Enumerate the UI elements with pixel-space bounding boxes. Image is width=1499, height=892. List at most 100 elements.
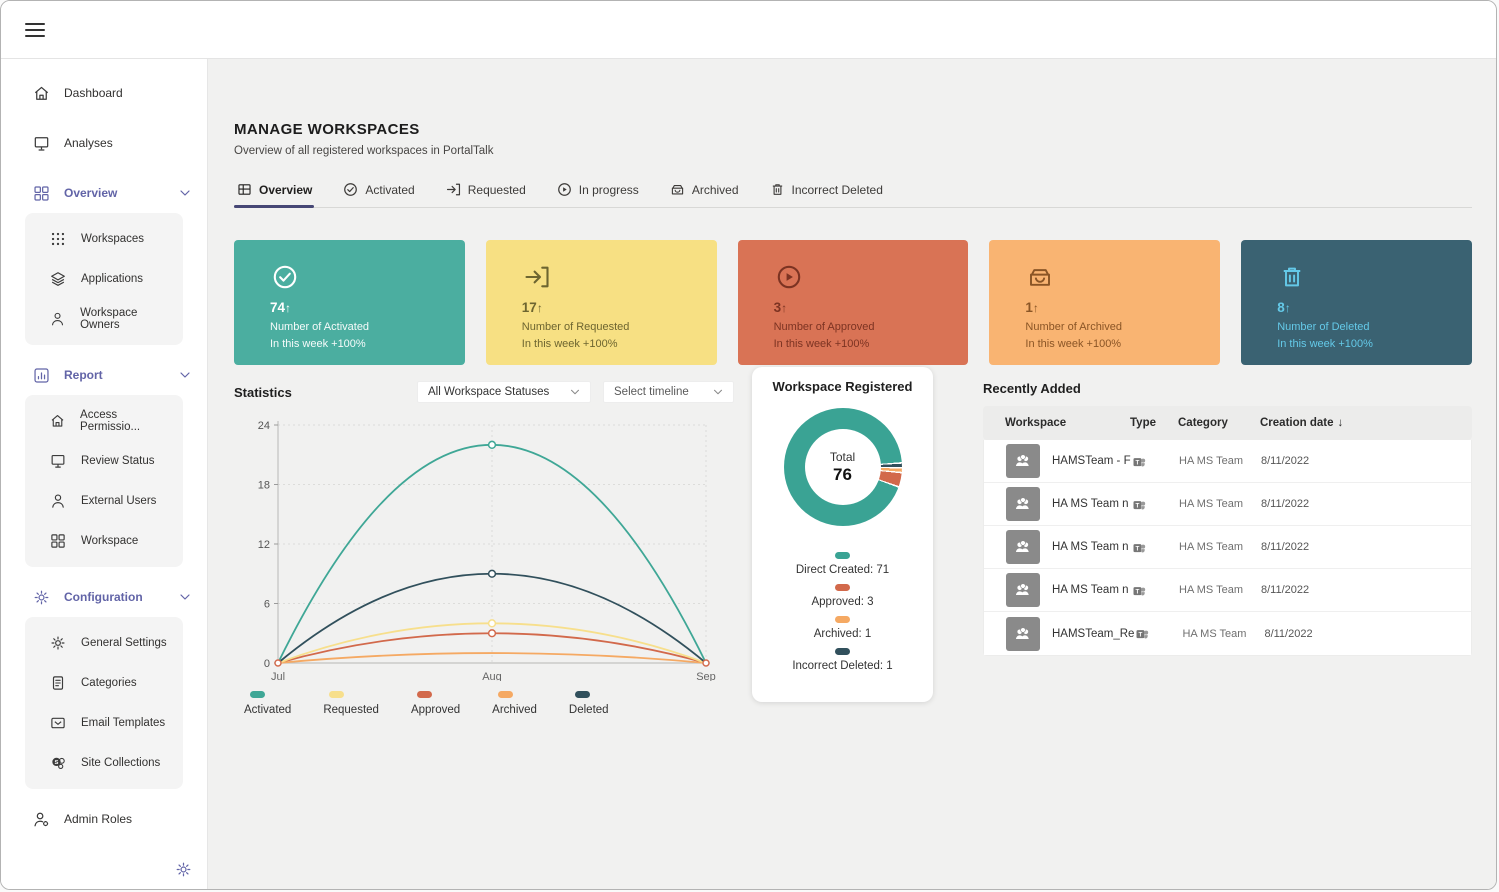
table-row[interactable]: HA MS Team n HA MS Team 8/11/2022	[984, 569, 1471, 612]
col-category[interactable]: Category	[1178, 417, 1228, 429]
stat-card-archived[interactable]: 1↑ Number of Archived In this week +100%	[989, 240, 1220, 365]
sidebar-item-dashboard[interactable]: Dashboard	[1, 79, 207, 107]
teams-icon	[1131, 583, 1146, 598]
stat-card-activated[interactable]: 74↑ Number of Activated In this week +10…	[234, 240, 465, 365]
teams-icon	[1131, 540, 1146, 555]
donut-legend-label: Direct Created: 71	[796, 564, 889, 576]
stat-card-approved[interactable]: 3↑ Number of Approved In this week +100%	[738, 240, 969, 365]
sidebar-item-label: Analyses	[64, 136, 113, 150]
svg-text:0: 0	[264, 658, 270, 670]
sidebar-item-workspace-report[interactable]: Workspace	[25, 521, 183, 561]
legend-item[interactable]: Activated	[244, 691, 291, 716]
sidebar-item-external-users[interactable]: External Users	[25, 481, 183, 521]
recently-added-title: Recently Added	[983, 381, 1472, 396]
sidebar-item-general-settings[interactable]: General Settings	[25, 623, 183, 663]
donut-center: Total 76	[784, 408, 902, 526]
donut-legend-label: Incorrect Deleted: 1	[792, 660, 892, 672]
tab-in-progress[interactable]: In progress	[554, 181, 641, 207]
table-row[interactable]: HA MS Team n HA MS Team 8/11/2022	[984, 526, 1471, 569]
sidebar-section-overview[interactable]: Overview	[1, 179, 207, 207]
up-arrow-icon: ↑	[1033, 301, 1039, 315]
sidebar-section-configuration[interactable]: Configuration	[1, 583, 207, 611]
monitor-icon	[49, 452, 67, 470]
line-chart: 06121824JulAugSep	[234, 411, 734, 681]
tab-bar: Overview Activated Requested In progress…	[234, 181, 1472, 208]
workspace-avatar	[1006, 573, 1040, 607]
settings-gear-icon[interactable]	[174, 860, 193, 879]
legend-swatch	[835, 648, 850, 655]
sidebar-item-label: General Settings	[81, 637, 167, 649]
sidebar-item-applications[interactable]: Applications	[25, 259, 183, 299]
workspace-name: HA MS Team n	[1052, 584, 1129, 596]
stat-card-requested[interactable]: 17↑ Number of Requested In this week +10…	[486, 240, 717, 365]
col-workspace[interactable]: Workspace	[1005, 417, 1066, 429]
sidebar-item-admin-roles[interactable]: Admin Roles	[1, 805, 207, 833]
sidebar-item-workspace-owners[interactable]: Workspace Owners	[25, 299, 183, 339]
stat-sublabel: In this week +100%	[774, 338, 969, 350]
legend-swatch	[835, 584, 850, 591]
tab-activated[interactable]: Activated	[340, 181, 416, 207]
sidebar-item-label: Workspaces	[81, 233, 144, 245]
sidebar-item-review-status[interactable]: Review Status	[25, 441, 183, 481]
legend-item[interactable]: Approved	[411, 691, 460, 716]
donut-legend-item: Archived: 1	[814, 616, 872, 640]
workspace-category: HA MS Team	[1182, 628, 1264, 640]
legend-swatch	[835, 616, 850, 623]
tab-incorrect-deleted[interactable]: Incorrect Deleted	[767, 181, 885, 207]
chevron-down-icon	[711, 385, 725, 399]
workspace-category: HA MS Team	[1179, 541, 1261, 553]
sidebar-section-label: Overview	[64, 186, 164, 200]
chevron-down-icon[interactable]	[177, 367, 193, 383]
col-creation-date[interactable]: Creation date	[1260, 417, 1334, 429]
donut-legend-item: Direct Created: 71	[796, 552, 889, 576]
sidebar-item-analyses[interactable]: Analyses	[1, 129, 207, 157]
svg-text:18: 18	[258, 480, 270, 492]
tab-label: Activated	[365, 183, 414, 197]
table-row[interactable]: HAMSTeam - F HA MS Team 8/11/2022	[984, 440, 1471, 483]
up-arrow-icon: ↑	[285, 301, 291, 315]
timeline-select[interactable]: Select timeline	[603, 381, 734, 403]
grid-icon	[32, 184, 51, 203]
tab-requested[interactable]: Requested	[443, 181, 528, 207]
person-gear-icon	[32, 810, 51, 829]
legend-item[interactable]: Archived	[492, 691, 537, 716]
sidebar-item-categories[interactable]: Categories	[25, 663, 183, 703]
sidebar: Dashboard Analyses Overview Workspaces A…	[1, 59, 208, 889]
workspace-category: HA MS Team	[1179, 584, 1261, 596]
svg-text:24: 24	[258, 420, 270, 432]
donut-legend: Direct Created: 71Approved: 3Archived: 1…	[762, 552, 923, 676]
sidebar-item-access-permissions[interactable]: Access Permissio...	[25, 401, 183, 441]
sidebar-item-site-collections[interactable]: Site Collections	[25, 743, 183, 783]
stat-sublabel: In this week +100%	[1277, 338, 1472, 350]
line-chart-legend: Activated Requested Approved Archived Delete…	[244, 691, 734, 716]
sidebar-item-email-templates[interactable]: Email Templates	[25, 703, 183, 743]
workspace-name: HAMSTeam - F	[1052, 455, 1131, 467]
chevron-down-icon[interactable]	[177, 589, 193, 605]
col-type[interactable]: Type	[1130, 417, 1156, 429]
table-row[interactable]: HAMSTeam_Re HA MS Team 8/11/2022	[984, 612, 1471, 655]
sidebar-item-workspaces[interactable]: Workspaces	[25, 219, 183, 259]
sidebar-item-label: Access Permissio...	[80, 409, 175, 433]
workspace-avatar	[1006, 617, 1040, 651]
stat-card-deleted[interactable]: 8↑ Number of Deleted In this week +100%	[1241, 240, 1472, 365]
tab-overview[interactable]: Overview	[234, 181, 314, 207]
menu-icon[interactable]	[25, 19, 45, 41]
workspace-name: HAMSTeam_Re	[1052, 628, 1134, 640]
sidebar-section-report[interactable]: Report	[1, 361, 207, 389]
table-row[interactable]: HA MS Team n HA MS Team 8/11/2022	[984, 483, 1471, 526]
legend-swatch	[575, 691, 590, 698]
sidebar-item-label: Email Templates	[81, 717, 165, 729]
legend-item[interactable]: Deleted	[569, 691, 609, 716]
play-circle-icon	[556, 181, 573, 198]
legend-item[interactable]: Requested	[323, 691, 379, 716]
stat-sublabel: In this week +100%	[270, 338, 465, 350]
people-icon	[1012, 536, 1034, 558]
sort-desc-icon[interactable]: ↓	[1338, 417, 1344, 429]
chevron-down-icon[interactable]	[177, 185, 193, 201]
people-icon	[1012, 450, 1034, 472]
workspace-avatar	[1006, 487, 1040, 521]
tab-archived[interactable]: Archived	[667, 181, 741, 207]
page-subtitle: Overview of all registered workspaces in…	[234, 145, 1472, 157]
workspace-status-select[interactable]: All Workspace Statuses	[417, 381, 591, 403]
legend-swatch	[250, 691, 265, 698]
